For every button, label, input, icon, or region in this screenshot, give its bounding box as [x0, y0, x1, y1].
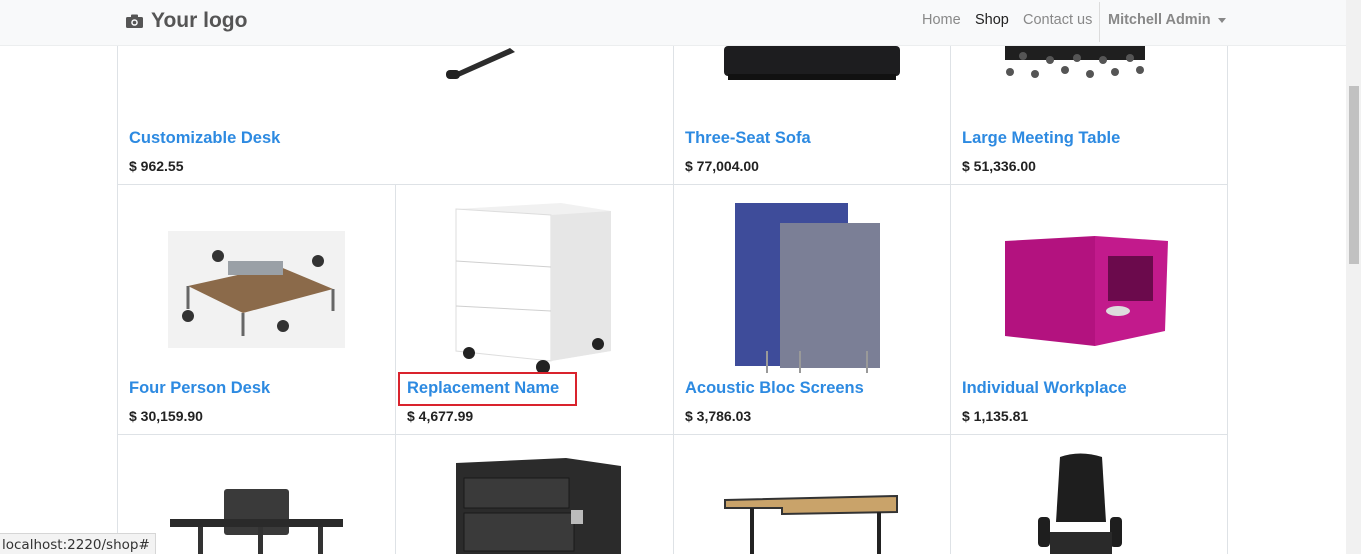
scrollbar-track[interactable]: [1346, 0, 1361, 554]
drawer-cabinet-image[interactable]: [451, 201, 616, 377]
nav-home[interactable]: Home: [922, 12, 961, 28]
grid-divider: [117, 184, 1228, 185]
brand-text: Your logo: [151, 9, 248, 32]
status-bar-url: localhost:2220/shop#: [0, 533, 156, 554]
product-name[interactable]: Customizable Desk: [129, 129, 280, 148]
product-price: $ 77,004.00: [685, 158, 759, 174]
product-name[interactable]: Large Meeting Table: [962, 129, 1120, 148]
product-price: $ 1,135.81: [962, 408, 1029, 424]
grid-divider: [950, 46, 951, 554]
acoustic-screens-image[interactable]: [732, 201, 887, 376]
desk-leg-image[interactable]: [440, 46, 520, 80]
four-person-desk-image[interactable]: [168, 231, 345, 348]
workplace-pod-image[interactable]: [1000, 231, 1177, 352]
nav-contact[interactable]: Contact us: [1023, 12, 1092, 28]
meeting-table-image[interactable]: [975, 46, 1175, 82]
office-chair-image[interactable]: [1030, 452, 1130, 554]
grid-divider: [395, 184, 396, 554]
user-menu[interactable]: Mitchell Admin: [1108, 12, 1226, 28]
grid-divider: [117, 434, 1228, 435]
product-price: $ 3,786.03: [685, 408, 752, 424]
scrollbar-thumb[interactable]: [1349, 86, 1359, 264]
nav-shop[interactable]: Shop: [975, 12, 1009, 28]
user-name: Mitchell Admin: [1108, 12, 1211, 28]
product-price: $ 4,677.99: [407, 408, 474, 424]
product-name[interactable]: Acoustic Bloc Screens: [685, 379, 864, 398]
highlight-box: [398, 372, 577, 406]
corner-desk-image[interactable]: [722, 494, 900, 554]
black-cabinet-image[interactable]: [446, 458, 622, 554]
product-name[interactable]: Three-Seat Sofa: [685, 129, 811, 148]
product-price: $ 962.55: [129, 158, 184, 174]
grid-divider: [117, 46, 118, 554]
nav-divider: [1099, 2, 1100, 42]
sofa-image[interactable]: [722, 46, 902, 82]
grid-divider: [673, 46, 674, 554]
brand-logo[interactable]: Your logo: [126, 9, 247, 33]
camera-icon: [126, 14, 143, 28]
chevron-down-icon: [1217, 18, 1226, 23]
product-name[interactable]: Individual Workplace: [962, 379, 1127, 398]
product-price: $ 51,336.00: [962, 158, 1036, 174]
top-navbar: Your logo Home Shop Contact us Mitchell …: [0, 0, 1346, 46]
standing-desk-image[interactable]: [168, 484, 345, 554]
product-price: $ 30,159.90: [129, 408, 203, 424]
grid-divider: [1227, 46, 1228, 554]
product-name[interactable]: Four Person Desk: [129, 379, 270, 398]
